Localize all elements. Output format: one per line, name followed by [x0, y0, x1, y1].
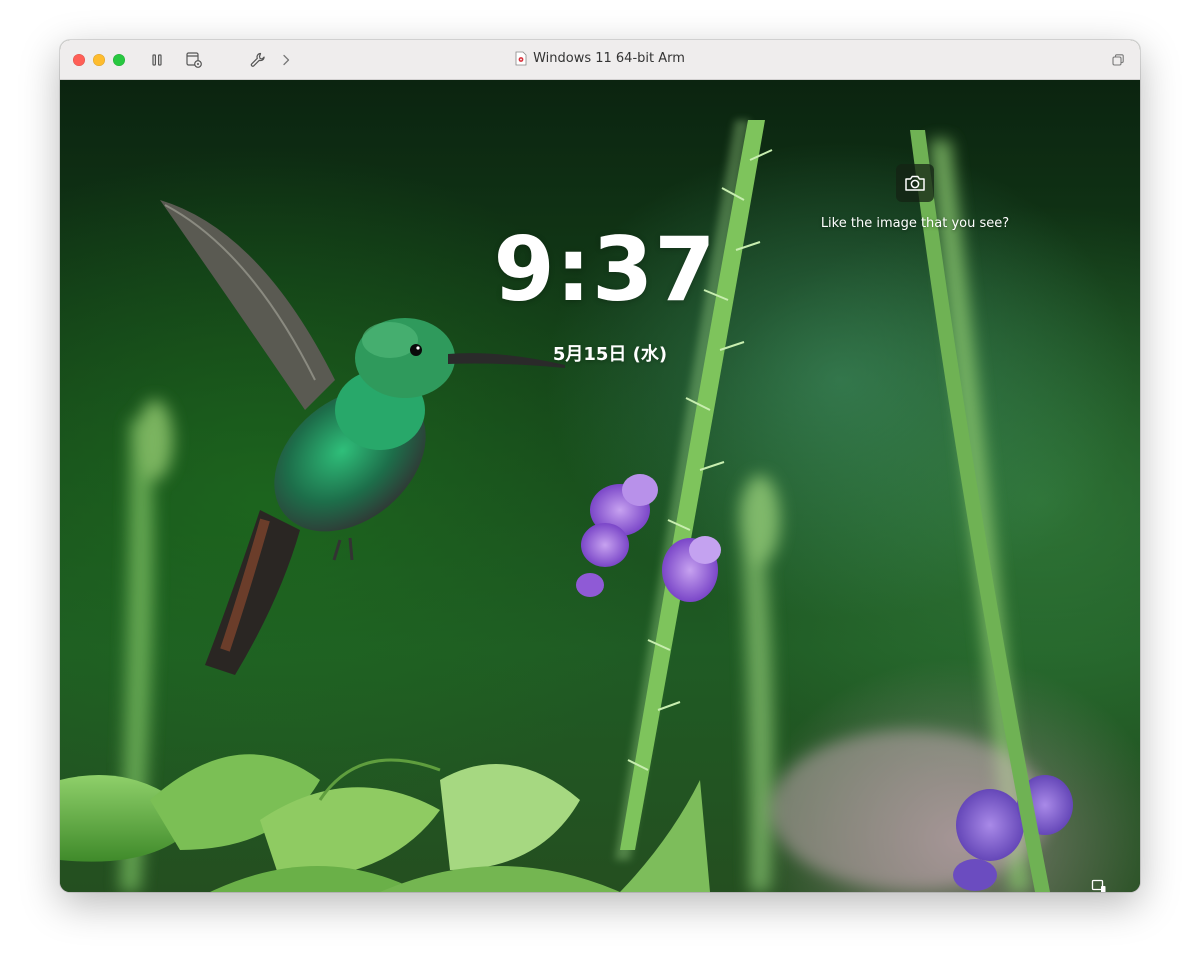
lock-screen-date: 5月15日 (水) [552, 344, 668, 365]
restore-window-button[interactable] [1108, 50, 1128, 70]
window-title: Windows 11 64-bit Arm [60, 51, 1140, 70]
lock-screen[interactable]: Like the image that you see? 9:37 5月15日 … [60, 80, 1140, 892]
accessibility-button[interactable] [1089, 877, 1109, 892]
vm-window: Windows 11 64-bit Arm Like the image tha… [60, 40, 1140, 892]
lock-screen-wallpaper [60, 120, 1073, 892]
window-title-text: Windows 11 64-bit Arm [533, 51, 685, 66]
accessibility-icon [1091, 879, 1106, 892]
vm-document-icon [515, 51, 527, 66]
restore-window-icon [1112, 54, 1124, 66]
title-bar[interactable]: Windows 11 64-bit Arm [60, 40, 1140, 80]
camera-icon [905, 175, 925, 191]
lock-screen-time: 9:37 [493, 218, 717, 321]
spotlight-like-button[interactable] [896, 164, 934, 202]
